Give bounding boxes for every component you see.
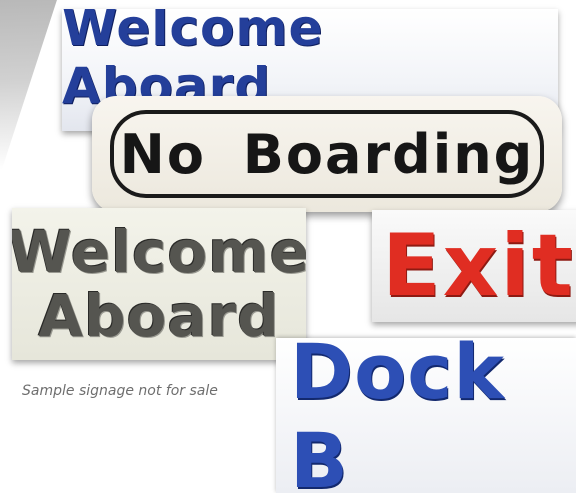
- welcome-grey-line1: Welcome: [12, 218, 306, 286]
- exit-sign: Exit: [372, 210, 576, 322]
- dock-b-sign: Dock B: [276, 338, 576, 493]
- caption: Sample signage not for sale: [22, 383, 218, 399]
- welcome-aboard-grey-sign: Welcome Aboard: [12, 208, 306, 360]
- exit-text: Exit: [382, 216, 575, 316]
- welcome-grey-line2: Aboard: [38, 282, 280, 350]
- no-boarding-sign: No Boarding: [92, 96, 562, 212]
- no-boarding-text: No Boarding: [119, 122, 535, 186]
- dock-b-text: Dock B: [290, 338, 505, 493]
- decorative-corner-shape: [0, 0, 64, 170]
